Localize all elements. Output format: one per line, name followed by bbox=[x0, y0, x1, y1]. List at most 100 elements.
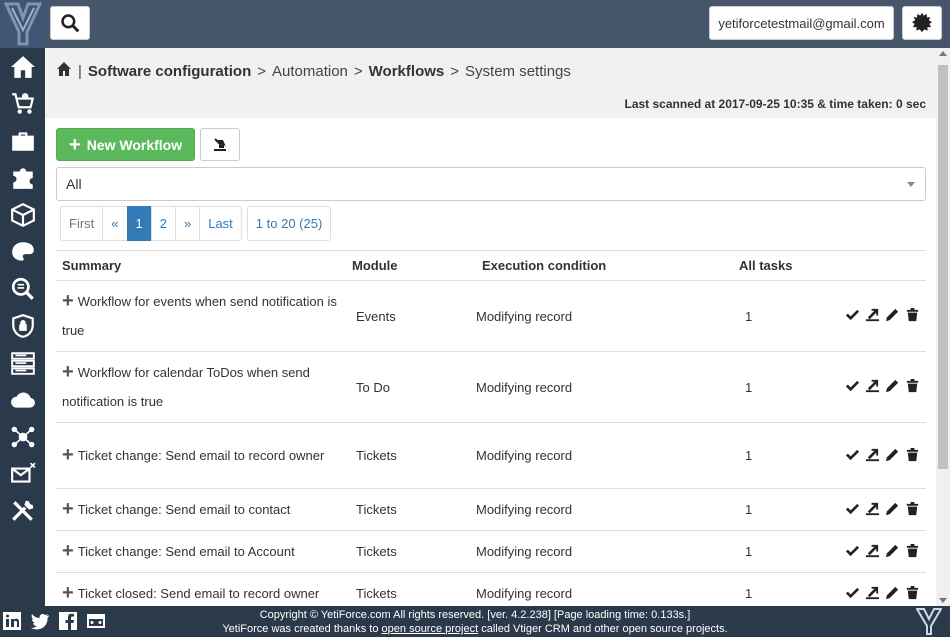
workflow-summary-text: Ticket change: Send email to Account bbox=[77, 544, 295, 559]
network-icon[interactable] bbox=[0, 418, 45, 455]
row-summary[interactable]: + Workflow for events when send notificat… bbox=[56, 280, 346, 352]
search-list-icon[interactable] bbox=[0, 270, 45, 307]
check-icon[interactable] bbox=[845, 447, 860, 462]
table-row[interactable]: + Ticket closed: Send email to record own… bbox=[56, 572, 926, 606]
pagination-prev[interactable]: « bbox=[102, 206, 128, 241]
cart-icon[interactable] bbox=[0, 85, 45, 122]
column-module[interactable]: Module bbox=[346, 250, 462, 281]
server-icon[interactable] bbox=[0, 344, 45, 381]
settings-button[interactable] bbox=[902, 6, 942, 40]
trash-icon[interactable] bbox=[905, 585, 920, 600]
chevron-down-icon bbox=[907, 182, 915, 187]
pencil-icon[interactable] bbox=[885, 543, 900, 558]
table-row[interactable]: + Workflow for calendar ToDos when send n… bbox=[56, 351, 926, 423]
check-icon[interactable] bbox=[845, 378, 860, 393]
pagination-next[interactable]: » bbox=[174, 206, 201, 241]
workflow-summary-text: Workflow for events when send notificati… bbox=[62, 294, 337, 338]
expand-plus-icon[interactable]: + bbox=[62, 579, 74, 606]
briefcase-icon[interactable] bbox=[0, 122, 45, 159]
pencil-icon[interactable] bbox=[885, 447, 900, 462]
trash-icon[interactable] bbox=[905, 501, 920, 516]
pagination-last[interactable]: Last bbox=[199, 206, 242, 241]
open-source-project-link[interactable]: open source project bbox=[382, 623, 479, 635]
expand-plus-icon[interactable]: + bbox=[62, 358, 74, 387]
check-icon[interactable] bbox=[845, 543, 860, 558]
puzzle-icon[interactable] bbox=[0, 159, 45, 196]
row-module: Tickets bbox=[346, 572, 462, 606]
breadcrumb-automation[interactable]: Automation bbox=[272, 63, 348, 80]
expand-plus-icon[interactable]: + bbox=[62, 537, 74, 566]
row-execution-condition: Modifying record bbox=[462, 280, 727, 352]
expand-plus-icon[interactable]: + bbox=[62, 495, 74, 524]
shield-icon[interactable] bbox=[0, 307, 45, 344]
yetiforce-logo[interactable] bbox=[0, 0, 45, 48]
pagination-page-2[interactable]: 2 bbox=[150, 206, 176, 241]
check-icon[interactable] bbox=[845, 307, 860, 322]
column-execution-condition[interactable]: Execution condition bbox=[462, 250, 727, 281]
home-icon[interactable] bbox=[56, 61, 72, 81]
new-workflow-button[interactable]: + New Workflow bbox=[56, 128, 196, 161]
breadcrumb-separator: | bbox=[78, 62, 82, 80]
export-icon[interactable] bbox=[865, 378, 880, 393]
row-actions bbox=[817, 488, 926, 531]
cloud-sync-icon[interactable] bbox=[0, 381, 45, 418]
pencil-icon[interactable] bbox=[885, 585, 900, 600]
cube-icon[interactable] bbox=[0, 196, 45, 233]
scroll-down-icon[interactable] bbox=[939, 598, 947, 603]
home-icon[interactable] bbox=[0, 48, 45, 85]
row-summary[interactable]: + Ticket change: Send email to record own… bbox=[56, 422, 346, 489]
pagination-first[interactable]: First bbox=[60, 206, 104, 241]
scrollbar-thumb[interactable] bbox=[938, 65, 948, 469]
import-workflow-button[interactable] bbox=[200, 128, 241, 161]
pencil-icon[interactable] bbox=[885, 378, 900, 393]
global-search-button[interactable] bbox=[50, 6, 90, 40]
column-summary[interactable]: Summary bbox=[56, 250, 346, 281]
row-actions bbox=[817, 280, 926, 352]
module-filter-select[interactable]: All bbox=[56, 167, 926, 201]
row-summary[interactable]: + Ticket change: Send email to Account bbox=[56, 530, 346, 573]
trash-icon[interactable] bbox=[905, 447, 920, 462]
check-icon[interactable] bbox=[845, 585, 860, 600]
table-row[interactable]: + Workflow for events when send notificat… bbox=[56, 280, 926, 352]
trash-icon[interactable] bbox=[905, 543, 920, 558]
row-summary[interactable]: + Ticket change: Send email to contact bbox=[56, 488, 346, 531]
breadcrumb-software-configuration[interactable]: Software configuration bbox=[88, 63, 251, 80]
export-icon[interactable] bbox=[865, 501, 880, 516]
last-scanned-info: Last scanned at 2017-09-25 10:35 & time … bbox=[624, 97, 927, 111]
pagination-range[interactable]: 1 to 20 (25) bbox=[246, 206, 332, 241]
breadcrumb-arrow: > bbox=[353, 62, 363, 80]
yetiforce-footer-logo[interactable] bbox=[916, 608, 942, 635]
footer-copyright: Copyright © YetiForce.com All rights res… bbox=[259, 609, 691, 621]
trash-icon[interactable] bbox=[905, 378, 920, 393]
sidebar bbox=[0, 0, 45, 606]
import-icon bbox=[214, 137, 227, 151]
tools-icon[interactable] bbox=[0, 492, 45, 529]
export-icon[interactable] bbox=[865, 307, 880, 322]
scroll-up-icon[interactable] bbox=[939, 51, 947, 56]
pagination-page-1[interactable]: 1 bbox=[126, 206, 152, 241]
trash-icon[interactable] bbox=[905, 307, 920, 322]
row-execution-condition: Modifying record bbox=[462, 530, 727, 573]
user-email-button[interactable]: yetiforcetestmail@gmail.com bbox=[709, 6, 894, 40]
pencil-icon[interactable] bbox=[885, 501, 900, 516]
export-icon[interactable] bbox=[865, 447, 880, 462]
mail-settings-icon[interactable] bbox=[0, 455, 45, 492]
breadcrumb-bar: | Software configuration > Automation > … bbox=[45, 48, 936, 118]
breadcrumb-workflows[interactable]: Workflows bbox=[369, 63, 445, 80]
table-row[interactable]: + Ticket change: Send email to contact Tic… bbox=[56, 488, 926, 531]
row-summary[interactable]: + Workflow for calendar ToDos when send n… bbox=[56, 351, 346, 423]
export-icon[interactable] bbox=[865, 585, 880, 600]
pencil-icon[interactable] bbox=[885, 307, 900, 322]
workflow-summary-text: Ticket closed: Send email to record owne… bbox=[77, 586, 320, 601]
expand-plus-icon[interactable]: + bbox=[62, 441, 74, 470]
table-row[interactable]: + Ticket change: Send email to record own… bbox=[56, 422, 926, 489]
row-summary[interactable]: + Ticket closed: Send email to record own… bbox=[56, 572, 346, 606]
row-execution-condition: Modifying record bbox=[462, 351, 727, 423]
vertical-scrollbar[interactable] bbox=[936, 48, 950, 606]
check-icon[interactable] bbox=[845, 501, 860, 516]
palette-icon[interactable] bbox=[0, 233, 45, 270]
export-icon[interactable] bbox=[865, 543, 880, 558]
column-all-tasks[interactable]: All tasks bbox=[727, 250, 817, 281]
expand-plus-icon[interactable]: + bbox=[62, 287, 74, 316]
table-row[interactable]: + Ticket change: Send email to Account Tic… bbox=[56, 530, 926, 573]
